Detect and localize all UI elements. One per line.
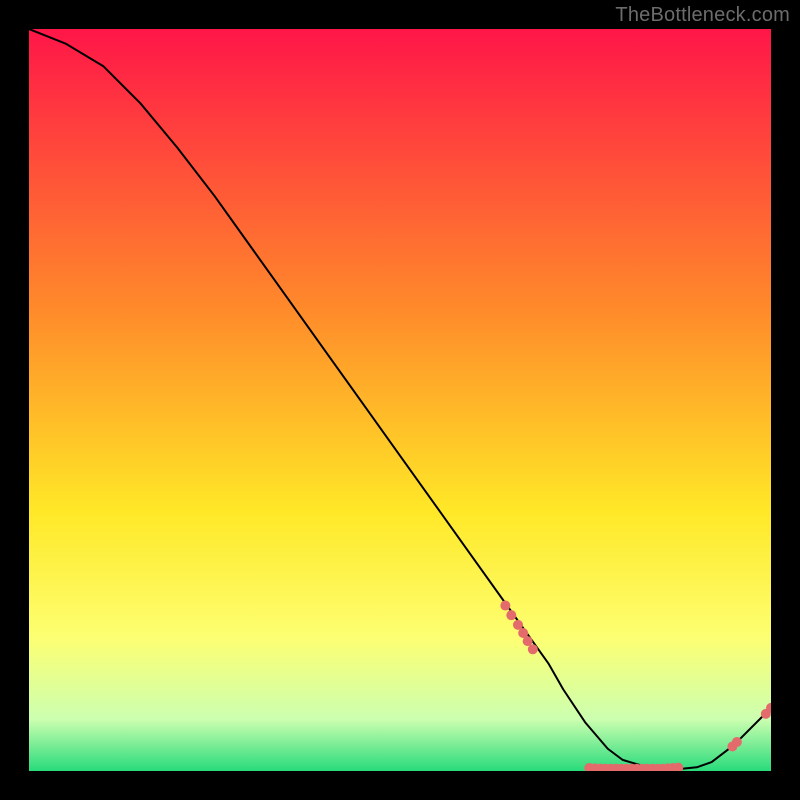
data-marker	[732, 737, 742, 747]
chart-canvas	[29, 29, 771, 771]
watermark: TheBottleneck.com	[615, 4, 790, 27]
chart-area	[29, 29, 771, 771]
data-marker	[500, 601, 510, 611]
data-marker	[506, 610, 516, 620]
data-marker	[528, 644, 538, 654]
